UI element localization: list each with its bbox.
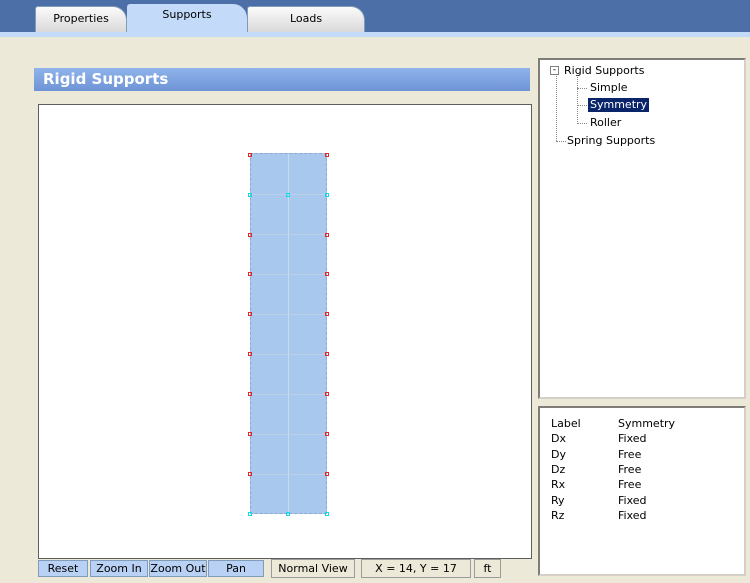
tree-item-simple[interactable]: Simple: [590, 81, 628, 95]
panel-title: Rigid Supports: [34, 68, 530, 91]
symmetry-node-marker[interactable]: [248, 512, 252, 516]
tab-properties[interactable]: Properties: [35, 6, 127, 32]
support-node-marker[interactable]: [248, 432, 252, 436]
member-gridline: [251, 274, 326, 275]
property-value: Fixed: [618, 432, 647, 446]
tree-connector: [577, 105, 587, 106]
support-node-marker[interactable]: [248, 272, 252, 276]
member-gridline: [251, 434, 326, 435]
property-value: Fixed: [618, 508, 647, 522]
support-node-marker[interactable]: [325, 352, 329, 356]
units-display: ft: [474, 559, 501, 578]
property-key: Dx: [551, 432, 566, 446]
property-key: Rx: [551, 478, 566, 492]
member-gridline: [251, 354, 326, 355]
support-node-marker[interactable]: [325, 312, 329, 316]
property-value: Fixed: [618, 493, 647, 507]
symmetry-node-marker[interactable]: [248, 193, 252, 197]
support-node-marker[interactable]: [325, 392, 329, 396]
member-gridline: [251, 234, 326, 235]
support-node-marker[interactable]: [325, 233, 329, 237]
tree-connector: [577, 88, 587, 89]
symmetry-node-marker[interactable]: [286, 193, 290, 197]
coordinate-readout: X = 14, Y = 17: [361, 559, 471, 578]
tree-item-symmetry[interactable]: Symmetry: [588, 98, 650, 112]
tree-item-roller[interactable]: Roller: [590, 116, 621, 130]
symmetry-node-marker[interactable]: [325, 512, 329, 516]
property-value: Free: [618, 462, 642, 476]
support-node-marker[interactable]: [248, 352, 252, 356]
tab-supports[interactable]: Supports: [127, 4, 247, 34]
property-value: Symmetry: [618, 417, 676, 430]
tree-item-spring-supports[interactable]: Spring Supports: [567, 134, 655, 148]
property-key: Rz: [551, 508, 565, 522]
pan-button[interactable]: Pan: [208, 560, 264, 577]
symmetry-node-marker[interactable]: [286, 512, 290, 516]
support-node-marker[interactable]: [325, 153, 329, 157]
support-node-marker[interactable]: [325, 272, 329, 276]
support-node-marker[interactable]: [248, 153, 252, 157]
property-key: Dy: [551, 447, 566, 461]
support-node-marker[interactable]: [325, 432, 329, 436]
support-node-marker[interactable]: [248, 312, 252, 316]
tree-connector: [556, 76, 557, 141]
collapse-icon[interactable]: -: [550, 66, 559, 75]
property-key: Label: [551, 417, 581, 430]
tab-loads[interactable]: Loads: [247, 6, 365, 32]
member-gridline: [251, 314, 326, 315]
support-node-marker[interactable]: [248, 233, 252, 237]
symmetry-node-marker[interactable]: [325, 193, 329, 197]
tree-connector: [556, 141, 566, 142]
property-value: Free: [618, 447, 642, 461]
tree-item-rigid-supports[interactable]: Rigid Supports: [564, 64, 644, 78]
tab-bar-underline: [0, 32, 750, 37]
member-gridline: [251, 394, 326, 395]
property-key: Dz: [551, 462, 566, 476]
zoom-in-button[interactable]: Zoom In: [90, 560, 148, 577]
tree-connector: [577, 123, 587, 124]
support-node-marker[interactable]: [248, 472, 252, 476]
tree-connector: [577, 77, 578, 124]
view-mode-display: Normal View: [271, 559, 355, 578]
reset-button[interactable]: Reset: [38, 560, 88, 577]
zoom-out-button[interactable]: Zoom Out: [149, 560, 207, 577]
member-gridline: [251, 474, 326, 475]
support-node-marker[interactable]: [325, 472, 329, 476]
property-value: Free: [618, 478, 642, 492]
member-centerline: [288, 154, 289, 513]
property-key: Ry: [551, 493, 565, 507]
support-node-marker[interactable]: [248, 392, 252, 396]
